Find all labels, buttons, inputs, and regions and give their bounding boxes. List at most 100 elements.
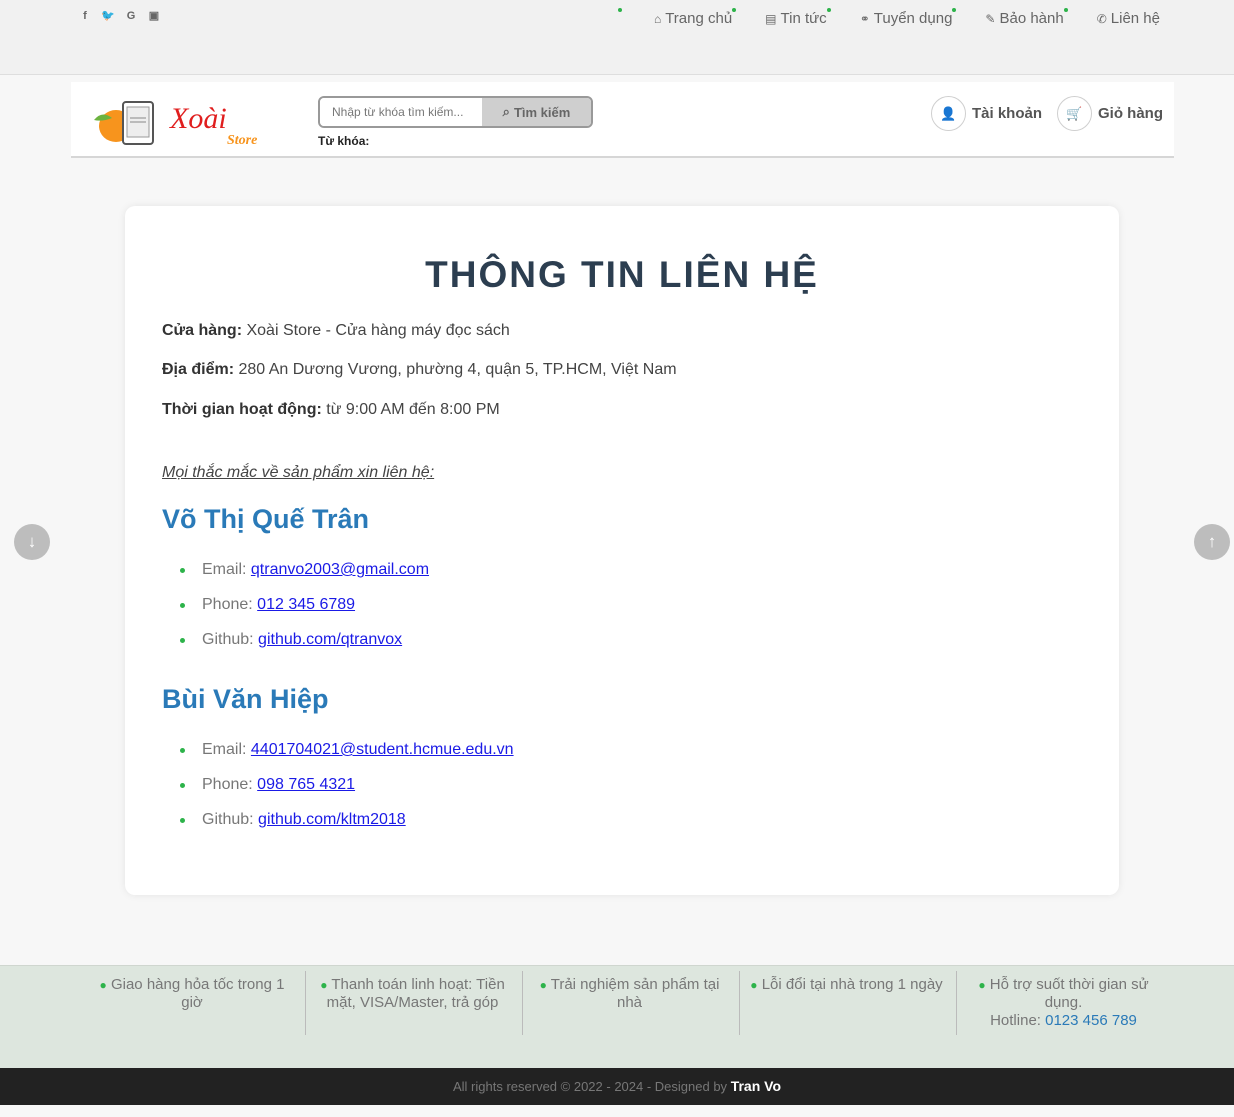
logo-text: Xoài [169, 102, 227, 135]
email-label: Email: [202, 741, 247, 758]
list-item: Phone: 012 345 6789 [180, 595, 429, 630]
bullet-icon: ● [320, 978, 328, 992]
feature-item: ● Lỗi đổi tại nhà trong 1 ngày [744, 976, 949, 994]
phone-link[interactable]: 098 765 4321 [257, 776, 355, 793]
cart-label: Giỏ hàng [1098, 105, 1163, 122]
social-links: f 🐦 G ▣ [78, 8, 161, 24]
contact-card: THÔNG TIN LIÊN HỆ Cửa hàng: Xoài Store -… [125, 206, 1119, 895]
github-label: Github: [202, 811, 254, 828]
search-box: ⌕ Tìm kiếm [318, 96, 593, 128]
contact-prompt: Mọi thắc mắc về sản phẩm xin liên hệ: [162, 464, 435, 481]
footer-features: ● Giao hàng hỏa tốc trong 1 giờ ● Thanh … [0, 965, 1234, 1068]
github-label: Github: [202, 631, 254, 648]
copyright-bar: All rights reserved © 2022 - 2024 - Desi… [0, 1068, 1234, 1105]
contact-name: Võ Thị Quế Trân [162, 504, 370, 534]
search-button-label: Tìm kiếm [513, 104, 571, 120]
top-nav: ⌂ Trang chủ ▤ Tin tức ⚭ Tuyển dụng ✎ Bảo… [617, 8, 1160, 29]
designer-name: Tran Vo [730, 1078, 781, 1094]
phone-label: Phone: [202, 776, 253, 793]
arrow-up-icon: ↑ [1207, 532, 1217, 551]
logo-subtext: Store [227, 133, 257, 148]
email-label: Email: [202, 561, 247, 578]
nav-contact[interactable]: ✆ Liên hệ [1063, 8, 1160, 29]
hours-label: Thời gian hoạt động: [162, 401, 322, 418]
github-link[interactable]: github.com/kltm2018 [258, 811, 406, 828]
bottom-strip [0, 1105, 1234, 1117]
nav-news-label: Tin tức [780, 10, 827, 27]
google-icon[interactable]: G [124, 8, 138, 24]
address-info: Địa điểm: 280 An Dương Vương, phường 4, … [162, 361, 677, 379]
contact-list: Email: 4401704021@student.hcmue.edu.vn P… [180, 740, 514, 845]
email-link[interactable]: 4401704021@student.hcmue.edu.vn [251, 741, 514, 758]
search-icon: ⌕ [502, 104, 510, 119]
hours-value: từ 9:00 AM đến 8:00 PM [326, 401, 500, 418]
hotline-label: Hotline: [990, 1012, 1041, 1029]
hours-info: Thời gian hoạt động: từ 9:00 AM đến 8:00… [162, 401, 500, 419]
youtube-icon[interactable]: ▣ [147, 8, 161, 24]
bullet-icon: ● [750, 978, 758, 992]
nav-careers-label: Tuyển dụng [873, 10, 953, 27]
store-label: Cửa hàng: [162, 322, 243, 339]
list-item: Phone: 098 765 4321 [180, 775, 514, 810]
store-value: Xoài Store - Cửa hàng máy đọc sách [246, 322, 510, 339]
nav-home[interactable]: ⌂ Trang chủ [617, 8, 732, 29]
search-button[interactable]: ⌕ Tìm kiếm [482, 98, 591, 126]
feature-text: Giao hàng hỏa tốc trong 1 giờ [110, 976, 285, 1011]
cart-button[interactable]: 🛒 Giỏ hàng [1057, 96, 1163, 131]
twitter-icon[interactable]: 🐦 [101, 8, 115, 24]
handshake-icon: ⚭ [859, 12, 870, 26]
feature-item: ● Trải nghiệm sản phẩm tại nhà [527, 976, 732, 1012]
account-label: Tài khoản [972, 105, 1043, 122]
email-link[interactable]: qtranvo2003@gmail.com [251, 561, 429, 578]
list-item: Github: github.com/kltm2018 [180, 810, 514, 845]
newspaper-icon: ▤ [765, 12, 777, 26]
address-label: Địa điểm: [162, 361, 235, 378]
phone-link[interactable]: 012 345 6789 [257, 596, 355, 613]
bullet-icon: ● [99, 978, 107, 992]
contact-name: Bùi Văn Hiệp [162, 684, 329, 714]
arrow-down-icon: ↓ [27, 532, 37, 551]
github-link[interactable]: github.com/qtranvox [258, 631, 402, 648]
cart-icon: 🛒 [1057, 96, 1092, 131]
phone-label: Phone: [202, 596, 253, 613]
feature-item: ● Hỗ trợ suốt thời gian sử dụng. Hotline… [961, 976, 1166, 1030]
search-input[interactable] [320, 98, 482, 126]
feature-text: Thanh toán linh hoạt: Tiền mặt, VISA/Mas… [326, 976, 505, 1011]
facebook-icon[interactable]: f [78, 8, 92, 24]
address-value: 280 An Dương Vương, phường 4, quận 5, TP… [238, 361, 677, 378]
nav-careers[interactable]: ⚭ Tuyển dụng [826, 8, 953, 29]
scroll-down-button[interactable]: ↓ [14, 524, 50, 560]
nav-news[interactable]: ▤ Tin tức [732, 8, 827, 29]
list-item: Github: github.com/qtranvox [180, 630, 429, 665]
phone-icon: ✆ [1096, 12, 1107, 26]
list-item: Email: 4401704021@student.hcmue.edu.vn [180, 740, 514, 775]
store-info: Cửa hàng: Xoài Store - Cửa hàng máy đọc … [162, 322, 510, 340]
hotline-link[interactable]: 0123 456 789 [1045, 1012, 1137, 1029]
feature-item: ● Thanh toán linh hoạt: Tiền mặt, VISA/M… [310, 976, 515, 1012]
keyword-label: Từ khóa: [318, 134, 370, 148]
home-icon: ⌂ [653, 12, 662, 26]
nav-contact-label: Liên hệ [1110, 10, 1160, 27]
divider [305, 971, 306, 1035]
divider [739, 971, 740, 1035]
keyword-line: Từ khóa: [318, 134, 369, 148]
feature-text: Trải nghiệm sản phẩm tại nhà [550, 976, 720, 1011]
bullet-icon: ● [978, 978, 986, 992]
feature-text: Hỗ trợ suốt thời gian sử dụng. [989, 976, 1149, 1011]
top-bar: f 🐦 G ▣ ⌂ Trang chủ ▤ Tin tức ⚭ Tuyển dụ… [0, 0, 1234, 75]
nav-warranty[interactable]: ✎ Bảo hành [952, 8, 1064, 29]
account-button[interactable]: 👤 Tài khoản [931, 96, 1042, 131]
page-title: THÔNG TIN LIÊN HỆ [425, 254, 819, 295]
bullet-icon: ● [539, 978, 547, 992]
user-icon: 👤 [931, 96, 966, 131]
contact-list: Email: qtranvo2003@gmail.com Phone: 012 … [180, 560, 429, 665]
feature-text: Lỗi đổi tại nhà trong 1 ngày [761, 976, 943, 993]
scroll-up-button[interactable]: ↑ [1194, 524, 1230, 560]
site-header: Xoài Store ⌕ Tìm kiếm Từ khóa: 👤 Tài kho… [71, 82, 1174, 158]
divider [522, 971, 523, 1035]
copyright-text: All rights reserved © 2022 - 2024 - Desi… [453, 1079, 728, 1094]
list-item: Email: qtranvo2003@gmail.com [180, 560, 429, 595]
store-logo[interactable]: Xoài Store [86, 96, 291, 148]
wrench-icon: ✎ [985, 12, 996, 26]
divider [956, 971, 957, 1035]
